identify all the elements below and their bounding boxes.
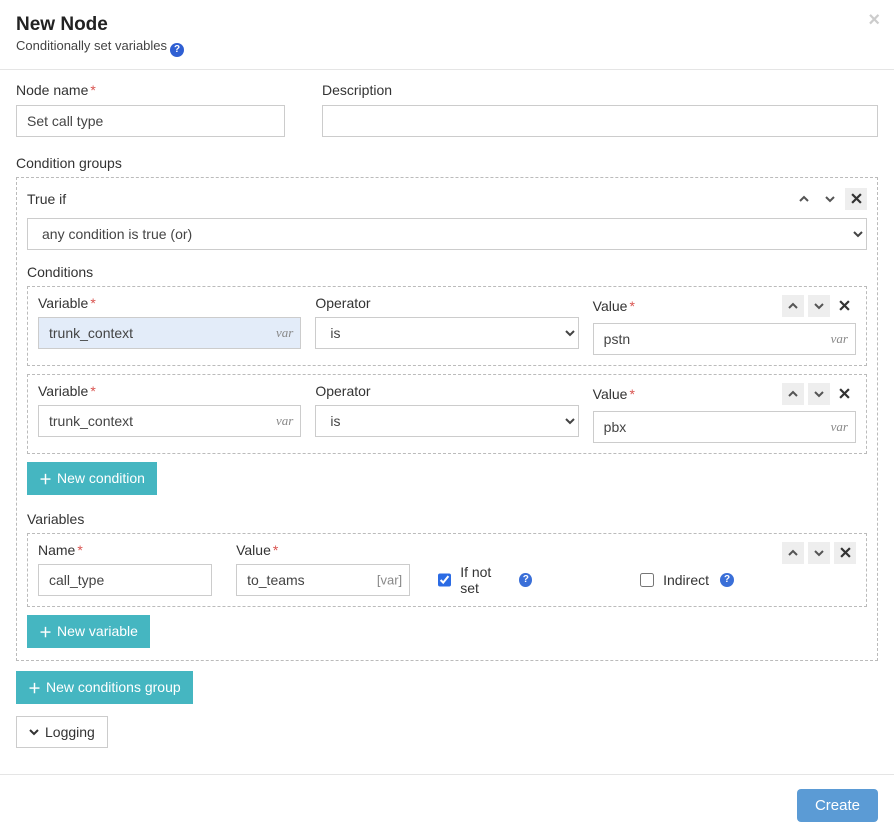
if-not-set-checkbox[interactable]	[438, 573, 451, 587]
help-icon[interactable]: ?	[170, 43, 184, 57]
new-condition-button[interactable]: ＋New condition	[27, 462, 157, 495]
variable-label: Variable*	[38, 383, 301, 399]
var-suffix: [var]	[377, 572, 402, 587]
node-name-input[interactable]	[16, 105, 285, 137]
plus-icon: ＋	[28, 678, 41, 697]
modal-header: New Node Conditionally set variables? ×	[0, 0, 894, 70]
variable-label: Variable*	[38, 295, 301, 311]
chevron-down-icon	[29, 727, 39, 737]
plus-icon: ＋	[39, 469, 52, 488]
var-suffix: var	[276, 325, 293, 341]
indirect-checkbox[interactable]	[640, 573, 654, 587]
modal-title: New Node	[16, 14, 878, 36]
value-label: Value*	[593, 386, 782, 402]
var-value-label: Value*	[236, 542, 410, 558]
var-suffix: var	[831, 419, 848, 435]
delete-condition-icon[interactable]	[834, 383, 856, 405]
required-asterisk: *	[90, 82, 95, 98]
subtitle-text: Conditionally set variables	[16, 38, 167, 53]
delete-variable-icon[interactable]	[834, 542, 856, 564]
variable-input[interactable]	[38, 317, 301, 349]
move-up-icon[interactable]	[793, 188, 815, 210]
operator-select[interactable]: is	[315, 405, 578, 437]
close-icon[interactable]: ×	[868, 10, 880, 30]
condition-groups-label: Condition groups	[16, 155, 878, 171]
var-name-label: Name*	[38, 542, 212, 558]
variable-input[interactable]	[38, 405, 301, 437]
create-button[interactable]: Create	[797, 789, 878, 822]
move-down-icon[interactable]	[819, 188, 841, 210]
logic-select[interactable]: any condition is true (or)	[27, 218, 867, 250]
var-suffix: var	[831, 331, 848, 347]
delete-condition-icon[interactable]	[834, 295, 856, 317]
move-up-icon[interactable]	[782, 295, 804, 317]
operator-select[interactable]: is	[315, 317, 578, 349]
if-not-set-label: If not set	[460, 564, 508, 596]
condition-group: True if any condition is true (or) Condi…	[16, 177, 878, 661]
description-input[interactable]	[322, 105, 878, 137]
plus-icon: ＋	[39, 622, 52, 641]
true-if-label: True if	[27, 191, 793, 207]
variables-label: Variables	[27, 511, 867, 527]
move-down-icon[interactable]	[808, 295, 830, 317]
condition-row: Variable* var Operator is	[27, 286, 867, 366]
move-up-icon[interactable]	[782, 383, 804, 405]
logging-label: Logging	[45, 724, 95, 740]
modal-subtitle: Conditionally set variables?	[16, 38, 878, 57]
var-name-input[interactable]	[38, 564, 212, 596]
var-suffix: var	[276, 413, 293, 429]
value-label: Value*	[593, 298, 782, 314]
help-icon[interactable]: ?	[519, 573, 532, 587]
modal-footer: Create	[0, 774, 894, 836]
description-label: Description	[322, 82, 878, 98]
help-icon[interactable]: ?	[720, 573, 734, 587]
value-input[interactable]	[593, 323, 856, 355]
operator-label: Operator	[315, 383, 578, 399]
indirect-label: Indirect	[663, 572, 709, 588]
move-down-icon[interactable]	[808, 542, 830, 564]
delete-group-icon[interactable]	[845, 188, 867, 210]
move-down-icon[interactable]	[808, 383, 830, 405]
modal-body: Node name* Description Condition groups …	[0, 70, 894, 756]
conditions-label: Conditions	[27, 264, 867, 280]
logging-toggle[interactable]: Logging	[16, 716, 108, 748]
move-up-icon[interactable]	[782, 542, 804, 564]
variable-row: Name* Value* [var]	[27, 533, 867, 607]
new-conditions-group-button[interactable]: ＋New conditions group	[16, 671, 193, 704]
value-input[interactable]	[593, 411, 856, 443]
condition-row: Variable* var Operator is	[27, 374, 867, 454]
node-name-label: Node name*	[16, 82, 306, 98]
operator-label: Operator	[315, 295, 578, 311]
new-variable-button[interactable]: ＋New variable	[27, 615, 150, 648]
